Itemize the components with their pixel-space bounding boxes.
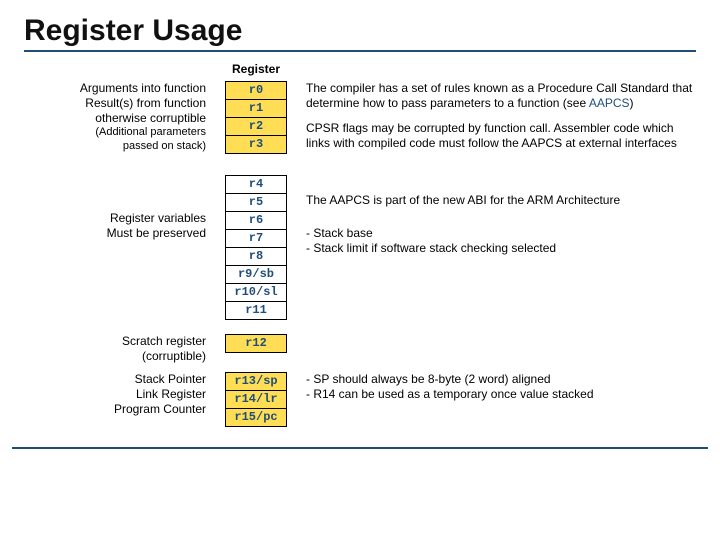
- special-line3: Program Counter: [24, 402, 206, 417]
- vars-register-box: r4 r5 r6 r7 r8 r9/sb r10/sl r11: [225, 175, 287, 320]
- reg-r3: r3: [226, 136, 286, 153]
- note-stack-base: - Stack base: [306, 226, 696, 241]
- paragraph-2: CPSR flags may be corrupted by function …: [306, 121, 696, 151]
- reg-r6: r6: [226, 212, 286, 230]
- paragraph-block-3: - SP should always be 8-byte (2 word) al…: [306, 372, 696, 402]
- args-line2: Result(s) from function: [24, 96, 206, 111]
- reg-r2: r2: [226, 118, 286, 136]
- special-register-box: r13/sp r14/lr r15/pc: [225, 372, 287, 427]
- reg-r5: r5: [226, 194, 286, 212]
- content-grid: Register Arguments into function Result(…: [24, 62, 696, 427]
- reg-r10: r10/sl: [226, 284, 286, 302]
- footer-rule: [12, 447, 708, 449]
- reg-r13: r13/sp: [226, 373, 286, 391]
- args-line5: passed on stack): [24, 140, 206, 154]
- scratch-register-box: r12: [225, 334, 287, 353]
- args-line1: Arguments into function: [24, 81, 206, 96]
- reg-r15: r15/pc: [226, 409, 286, 426]
- reg-r11: r11: [226, 302, 286, 319]
- group-vars-label: Register variables Must be preserved: [24, 175, 206, 241]
- register-column-header: Register: [216, 62, 296, 77]
- paragraph-3: The AAPCS is part of the new ABI for the…: [306, 193, 696, 208]
- title-rule: [24, 50, 696, 52]
- args-register-box: r0 r1 r2 r3: [225, 81, 287, 154]
- reg-r4: r4: [226, 176, 286, 194]
- vars-line1: Register variables: [24, 211, 206, 226]
- group-scratch-label: Scratch register (corruptible): [24, 334, 206, 364]
- paragraph-block-2: The AAPCS is part of the new ABI for the…: [306, 175, 696, 256]
- note-stack-limit: - Stack limit if software stack checking…: [306, 241, 696, 256]
- reg-r8: r8: [226, 248, 286, 266]
- group-special-label: Stack Pointer Link Register Program Coun…: [24, 372, 206, 417]
- aapcs-link: AAPCS: [589, 96, 630, 110]
- scratch-line1: Scratch register: [24, 334, 206, 349]
- args-line4: (Additional parameters: [24, 126, 206, 140]
- args-line3: otherwise corruptible: [24, 111, 206, 126]
- vars-line2: Must be preserved: [24, 226, 206, 241]
- reg-r14: r14/lr: [226, 391, 286, 409]
- reg-r7: r7: [226, 230, 286, 248]
- paragraph-1: The compiler has a set of rules known as…: [306, 81, 696, 111]
- reg-r12: r12: [226, 335, 286, 352]
- scratch-line2: (corruptible): [24, 349, 206, 364]
- reg-r1: r1: [226, 100, 286, 118]
- note-sp-align: - SP should always be 8-byte (2 word) al…: [306, 372, 696, 387]
- special-line1: Stack Pointer: [24, 372, 206, 387]
- reg-r9: r9/sb: [226, 266, 286, 284]
- special-line2: Link Register: [24, 387, 206, 402]
- group-args-label: Arguments into function Result(s) from f…: [24, 81, 206, 154]
- reg-r0: r0: [226, 82, 286, 100]
- note-r14-temp: - R14 can be used as a temporary once va…: [306, 387, 696, 402]
- paragraph-block-1: The compiler has a set of rules known as…: [306, 81, 696, 161]
- page-title: Register Usage: [24, 14, 696, 48]
